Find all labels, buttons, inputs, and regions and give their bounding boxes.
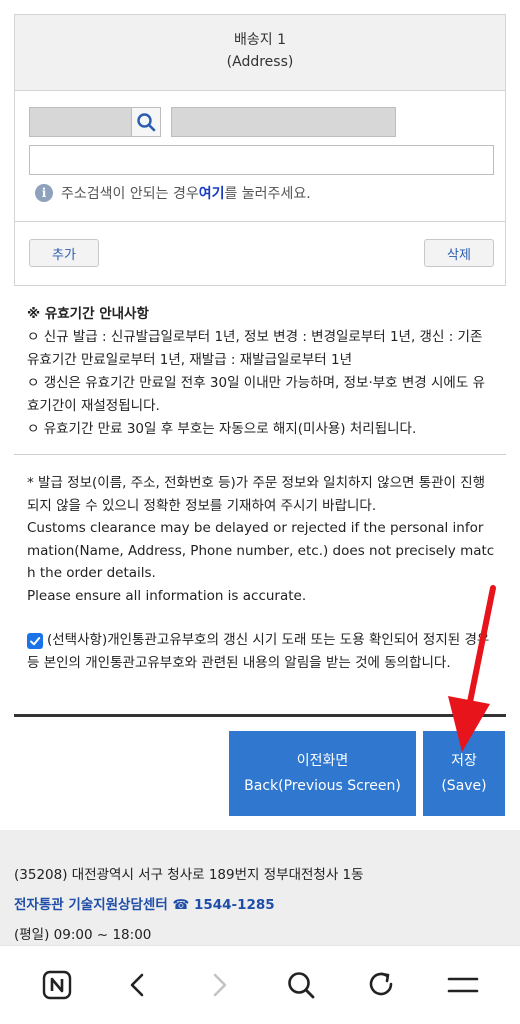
save-label-en: (Save)	[441, 777, 487, 794]
refresh-button[interactable]	[358, 961, 406, 1009]
back-icon	[130, 973, 144, 997]
zipcode-input[interactable]	[29, 107, 131, 137]
save-label-ko: 저장	[451, 752, 477, 769]
notice-title: ※ 유효기간 안내사항	[27, 306, 149, 322]
info-icon: i	[35, 184, 53, 202]
notice-line: ㅇ 갱신은 유효기간 만료일 전후 30일 이내만 가능하며, 정보·부호 변경…	[27, 375, 485, 414]
notice-line: ㅇ 유효기간 만료 30일 후 부호는 자동으로 해지(미사용) 처리됩니다.	[27, 421, 417, 437]
footer-address: (35208) 대전광역시 서구 청사로 189번지 정부대전청사 1동	[14, 867, 364, 883]
page: 배송지 1 (Address) i 주소검색이 안되는 경우 여기 를 눌러주세…	[0, 0, 520, 1024]
zipcode-row	[29, 107, 161, 137]
address-header: 배송지 1 (Address)	[15, 15, 505, 91]
address-divider	[15, 221, 505, 222]
consent-label[interactable]: (선택사항)개인통관고유부호의 갱신 시기 도래 또는 도용 확인되어 정지된 …	[27, 629, 497, 675]
back-button[interactable]: 이전화면 Back(Previous Screen)	[229, 731, 416, 816]
refresh-icon	[369, 972, 393, 996]
warning-english: Customs clearance may be delayed or reje…	[27, 520, 495, 582]
validity-notice: ※ 유효기간 안내사항 ㅇ 신규 발급 : 신규발급일로부터 1년, 정보 변경…	[27, 303, 497, 441]
save-button[interactable]: 저장 (Save)	[423, 731, 505, 816]
section-divider	[14, 454, 506, 455]
notice-line: ㅇ 신규 발급 : 신규발급일로부터 1년, 정보 변경 : 변경일로부터 1년…	[27, 329, 483, 368]
forward-icon	[214, 973, 227, 997]
zipcode-search-button[interactable]	[131, 107, 161, 137]
footer-support-center[interactable]: 전자통관 기술지원상담센터 ☎ 1544-1285	[14, 890, 506, 920]
naver-home-icon	[42, 970, 71, 1000]
search-icon	[287, 972, 315, 999]
actions-divider	[14, 714, 506, 717]
back-label-ko: 이전화면	[296, 752, 349, 769]
help-link[interactable]: 여기	[199, 183, 225, 203]
menu-icon	[447, 977, 479, 993]
address-subtitle: (Address)	[226, 54, 294, 70]
help-suffix: 를 눌러주세요.	[224, 186, 311, 202]
search-icon	[137, 113, 156, 132]
address-title: 배송지 1	[234, 32, 286, 48]
back-label-en: Back(Previous Screen)	[244, 777, 401, 794]
address-help: i 주소검색이 안되는 경우 여기 를 눌러주세요.	[35, 181, 311, 205]
forward-nav-button[interactable]	[195, 961, 243, 1009]
search-nav-button[interactable]	[277, 961, 325, 1009]
checkbox-checked-icon	[30, 637, 41, 646]
warning-korean: * 발급 정보(이름, 주소, 전화번호 등)가 주문 정보와 일치하지 않으면…	[27, 475, 486, 514]
delete-address-button[interactable]: 삭제	[424, 239, 494, 267]
browser-toolbar	[0, 945, 520, 1024]
address-section: 배송지 1 (Address) i 주소검색이 안되는 경우 여기 를 눌러주세…	[14, 14, 506, 286]
consent-checkbox[interactable]	[27, 633, 43, 649]
back-nav-button[interactable]	[114, 961, 162, 1009]
address-line2-input[interactable]	[29, 145, 494, 175]
home-button[interactable]	[33, 961, 81, 1009]
accuracy-warning: * 발급 정보(이름, 주소, 전화번호 등)가 주문 정보와 일치하지 않으면…	[27, 472, 495, 608]
notification-consent: (선택사항)개인통관고유부호의 갱신 시기 도래 또는 도용 확인되어 정지된 …	[27, 629, 497, 675]
help-prefix: 주소검색이 안되는 경우	[61, 186, 199, 202]
site-footer: (35208) 대전광역시 서구 청사로 189번지 정부대전청사 1동 전자통…	[0, 830, 520, 945]
add-address-button[interactable]: 추가	[29, 239, 99, 267]
address-line1-input[interactable]	[171, 107, 396, 137]
menu-button[interactable]	[439, 961, 487, 1009]
warning-english-note: Please ensure all information is accurat…	[27, 587, 307, 604]
